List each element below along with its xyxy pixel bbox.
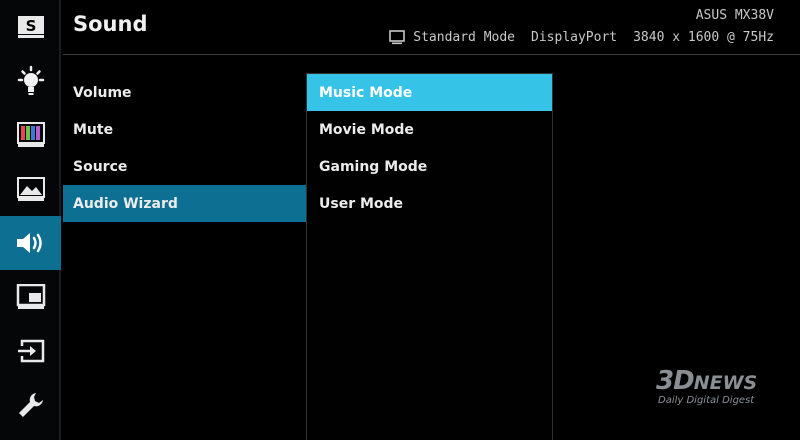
sidebar-item-brightness[interactable] <box>0 54 61 108</box>
splendid-icon: S <box>17 16 44 38</box>
page-title: Sound <box>73 12 148 36</box>
menu-item-mute[interactable]: Mute <box>63 111 306 148</box>
brightness-icon <box>17 65 44 95</box>
current-mode: Standard Mode <box>389 30 515 45</box>
sidebar-item-color[interactable] <box>0 108 61 162</box>
watermark-logo: 3DNEWS <box>656 366 758 396</box>
input-select-icon <box>17 339 44 363</box>
menu-item-volume[interactable]: Volume <box>63 74 306 111</box>
pip-icon <box>16 284 45 309</box>
osd-header: Sound ASUS MX38V Standard Mode DisplayPo… <box>63 0 800 55</box>
submenu-item-movie-mode[interactable]: Movie Mode <box>307 111 552 148</box>
monitor-model: ASUS MX38V <box>695 8 774 23</box>
watermark-tagline: Daily Digital Digest <box>658 395 755 406</box>
input-label: DisplayPort <box>531 30 618 45</box>
submenu-item-gaming-mode[interactable]: Gaming Mode <box>307 148 552 185</box>
sound-icon <box>16 233 42 253</box>
sound-menu: Volume Mute Source Audio Wizard <box>63 74 306 222</box>
resolution-label: 3840 x 1600 @ 75Hz <box>633 30 774 45</box>
sidebar-item-input-select[interactable] <box>0 324 61 378</box>
sidebar-item-system-setup[interactable] <box>0 378 61 432</box>
osd-sidebar: S <box>0 0 61 440</box>
submenu-item-music-mode[interactable]: Music Mode <box>307 74 552 111</box>
image-icon <box>16 177 45 201</box>
status-row: Standard Mode DisplayPort 3840 x 1600 @ … <box>389 30 774 45</box>
mode-label: Standard Mode <box>413 30 516 45</box>
sidebar-item-sound[interactable] <box>0 216 61 270</box>
audio-wizard-submenu: Music Mode Movie Mode Gaming Mode User M… <box>306 73 553 440</box>
watermark: 3DNEWS Daily Digital Digest <box>656 366 786 410</box>
sidebar-item-pip[interactable] <box>0 270 61 324</box>
color-icon <box>16 122 45 147</box>
monitor-icon <box>389 30 406 45</box>
sidebar-item-splendid[interactable]: S <box>0 0 61 54</box>
menu-item-audio-wizard[interactable]: Audio Wizard <box>63 185 306 222</box>
system-setup-icon <box>18 393 43 417</box>
submenu-item-user-mode[interactable]: User Mode <box>307 185 552 222</box>
svg-text:S: S <box>25 17 36 35</box>
menu-item-source[interactable]: Source <box>63 148 306 185</box>
sidebar-item-image[interactable] <box>0 162 61 216</box>
